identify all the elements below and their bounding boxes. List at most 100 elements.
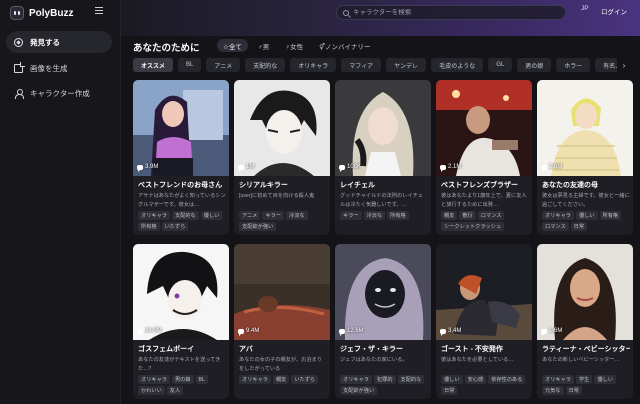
chat-icon [440, 164, 446, 172]
tag-horror[interactable]: ホラー [556, 58, 591, 72]
character-tags: 優しい 安心感 依存性のある 日常 [441, 375, 529, 395]
character-tag: オリキャラ [239, 375, 271, 384]
character-card[interactable]: 9.4M アバ あなたの女の子の親友が、お泊まりをしたがっている オリキャラ 親… [234, 244, 330, 399]
character-tag: BL [195, 375, 208, 384]
menu-icon[interactable] [95, 7, 103, 14]
character-name: レイチェル [340, 182, 375, 189]
character-tag: 親友 [441, 211, 458, 220]
logo[interactable]: PolyBuzz [10, 5, 73, 21]
tag-bl[interactable]: BL [178, 58, 202, 72]
character-tags: 親友 敷衍 ロマンス シークレットクラッシュ [441, 211, 529, 231]
tag-femboy[interactable]: 男の娘 [517, 58, 552, 72]
character-card[interactable]: 3.4M ゴースト - 不安発作 彼はあなたを必要としている… 優しい 安心感 … [436, 244, 532, 399]
tab-all[interactable]: ☆全て [217, 39, 248, 52]
character-tags: オリキャラ 支配的な 優しい 所有格 いたずら [138, 211, 226, 231]
character-tags: オリキャラ 犯罪的 支配的な 支配欲が強い [340, 375, 428, 395]
character-image [537, 80, 633, 176]
character-image [234, 244, 330, 340]
character-tag: アニメ [239, 211, 261, 220]
character-card[interactable]: 2.6M あなたの友達の母 彼女は夢見る主婦です。彼女と一緒に過ごしてください。… [537, 80, 633, 235]
tag-filter-bar: オススメ BL アニメ 支配的な オリキャラ マフィア ヤンデレ 毛皮のような … [133, 58, 633, 72]
character-tag: 支配欲が強い [340, 386, 378, 395]
character-tag: 支配的な [171, 211, 199, 220]
character-card[interactable]: 12.6M ジェフ・ザ・キラー ジェフはあなたの家にいる。 オリキャラ 犯罪的 … [335, 244, 431, 399]
polybuzz-logo-icon [10, 6, 24, 20]
character-tag: 犯罪的 [373, 375, 396, 384]
character-tag: オリキャラ [542, 375, 574, 384]
character-description: グッドチャイルドの法則のレイチェルは冷たく気難しいです。… [340, 193, 423, 208]
character-tag: ロマンス [542, 222, 569, 231]
character-image [335, 80, 431, 176]
character-card[interactable]: 2.1M ベストフレンズブラザー 彼はあなたより1歳年上で、夏に友人と旅行するた… [436, 80, 532, 235]
tag-gl[interactable]: GL [488, 58, 513, 72]
character-card[interactable]: 24.9M ゴスフェムボーイ あなたの友達がテキストを送ってきた…? オリキャラ… [133, 244, 229, 399]
character-card[interactable]: 3.9M ベストフレンドのお母さん アサナはあなたがよく知っているシングルマザー… [133, 80, 229, 235]
character-description: あなたの友達がテキストを送ってきた…? [138, 357, 221, 372]
character-tag: キラー [340, 211, 362, 220]
chat-icon [541, 328, 547, 336]
tag-original-character[interactable]: オリキャラ [290, 58, 337, 72]
tag-mafia[interactable]: マフィア [341, 58, 382, 72]
character-name: シリアルキラー [239, 182, 288, 189]
section-title: あなたのために [133, 43, 200, 54]
character-tag: 日常 [441, 386, 458, 395]
sidebar-item-label: 発見する [30, 37, 60, 47]
tab-male[interactable]: ♂男 [252, 39, 275, 52]
character-tag: オリキャラ [542, 211, 574, 220]
character-tags: オリキャラ 学生 優しい 元気な 日常 [542, 375, 630, 395]
tag-anime[interactable]: アニメ [206, 58, 241, 72]
character-tag: キラー [262, 211, 285, 220]
character-tag: ロマンス [477, 211, 505, 220]
tag-dominant[interactable]: 支配的な [245, 58, 286, 72]
main-content: JP ログイン あなたのために ☆全て ♂男 ♀女性 ⚥ノンバイナリー オススメ… [121, 0, 640, 404]
character-tag: 元気な [542, 386, 564, 395]
login-button[interactable]: ログイン [597, 3, 631, 19]
character-tag: 安心感 [464, 375, 487, 384]
character-name: ゴースト - 不安発作 [441, 346, 503, 353]
tab-nonbinary[interactable]: ⚥ノンバイナリー [313, 39, 376, 52]
tab-female[interactable]: ♀女性 [279, 39, 309, 52]
character-tag: いたずら [161, 222, 189, 231]
character-tag: 依存性のある [488, 375, 526, 384]
user-icon [14, 88, 24, 99]
search-icon [343, 9, 349, 16]
character-image [436, 80, 532, 176]
character-tag: いたずら [291, 375, 319, 384]
chevron-right-icon[interactable]: › [617, 58, 631, 72]
chat-count: 9.4M [238, 328, 259, 336]
language-selector[interactable]: JP [581, 5, 589, 12]
compass-icon [14, 37, 23, 47]
character-card[interactable]: 108K レイチェル グッドチャイルドの法則のレイチェルは冷たく気難しいです。…… [335, 80, 431, 235]
character-tag: 学生 [575, 375, 593, 384]
character-card[interactable]: 1M シリアルキラー [user]に初めて目を向ける殺人鬼 アニメ キラー 冷淡… [234, 80, 330, 235]
search-bar[interactable] [336, 5, 566, 20]
character-tag: 所有格 [387, 211, 409, 220]
character-tag: 優しい [575, 211, 598, 220]
chat-icon [440, 328, 446, 336]
chat-count: 1M [238, 164, 254, 172]
character-description: アサナはあなたがよく知っているシングルマザーです。彼女は… [138, 193, 226, 208]
character-tags: オリキャラ 優しい 所有格 ロマンス 日常 [542, 211, 630, 231]
character-name: あなたの友達の母 [542, 182, 598, 189]
sidebar: PolyBuzz 発見する 画像を生成 キャラクター作成 [0, 0, 121, 404]
character-description: あなたの新しいベビーシッター… [542, 357, 620, 363]
sidebar-item-discover[interactable]: 発見する [6, 31, 112, 53]
character-image [436, 244, 532, 340]
character-image [537, 244, 633, 340]
chat-count: 3.4M [440, 328, 461, 336]
tag-yandere[interactable]: ヤンデレ [386, 58, 427, 72]
character-name: アバ [239, 346, 253, 353]
character-card[interactable]: 1.6M ラティーナ・ベビーシッター あなたの新しいベビーシッター… オリキャラ… [537, 244, 633, 399]
search-input[interactable] [353, 9, 553, 16]
sidebar-item-create-character[interactable]: キャラクター作成 [6, 82, 112, 104]
character-name: ベストフレンズブラザー [441, 182, 518, 189]
character-name: ゴスフェムボーイ [138, 346, 195, 353]
tag-furry[interactable]: 毛皮のような [431, 58, 484, 72]
sidebar-item-generate-image[interactable]: 画像を生成 [6, 57, 112, 79]
tag-recommended[interactable]: オススメ [133, 58, 174, 72]
chat-count: 24.9M [137, 328, 162, 336]
character-name: ベストフレンドのお母さん [138, 182, 223, 189]
character-description: 彼女は夢見る主婦です。彼女と一緒に過ごしてください。 [542, 193, 630, 208]
character-tag: 友人 [166, 386, 184, 395]
character-tag: 所有格 [599, 211, 622, 220]
